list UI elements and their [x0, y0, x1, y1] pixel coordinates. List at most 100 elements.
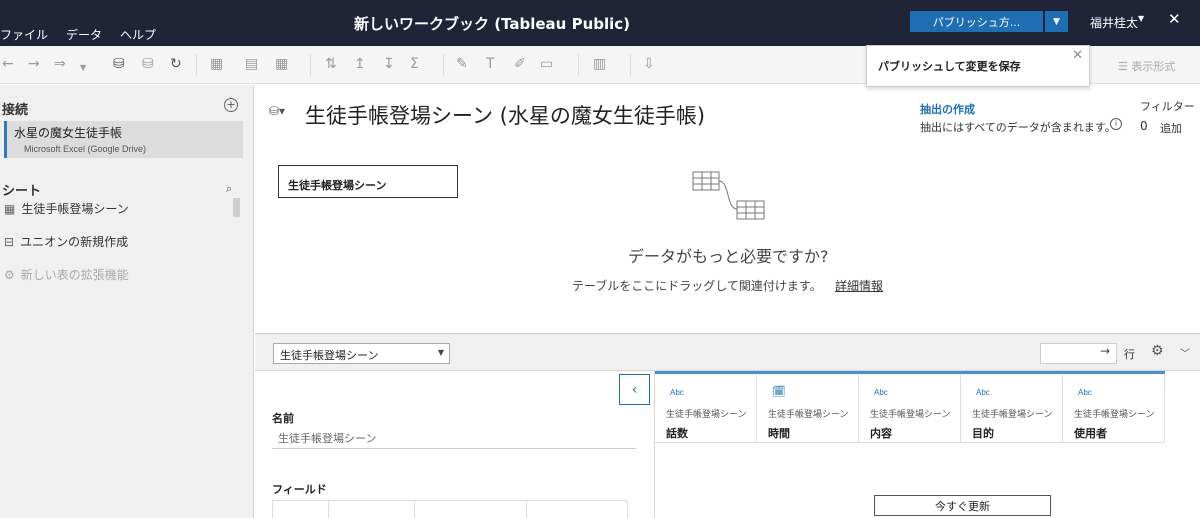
string-type-icon[interactable]: Abc [670, 388, 684, 397]
duplicate-icon[interactable]: ▤ [245, 56, 258, 72]
connections-heading: 接続 [2, 103, 29, 118]
fields-label: フィールド [272, 483, 327, 496]
string-type-icon[interactable]: Abc [874, 388, 888, 397]
toolbar-divider [310, 54, 311, 76]
column-name: 話数 [666, 427, 688, 440]
publish-tooltip: パブリッシュして変更を保存 ✕ [866, 45, 1090, 87]
clear-sheet-icon[interactable]: ▦ [275, 56, 288, 72]
table-chip[interactable]: 生徒手帳登場シーン [278, 165, 458, 198]
menu-file[interactable]: ファイル [0, 26, 48, 43]
name-label: 名前 [272, 412, 294, 425]
publish-dropdown-icon[interactable]: ▼ [1045, 11, 1068, 32]
sheet-item-label: 生徒手帳登場シーン [21, 202, 129, 216]
table-select[interactable]: 生徒手帳登場シーン ▼ [273, 343, 450, 364]
new-union-label: ユニオンの新規作成 [20, 235, 129, 249]
close-icon[interactable]: ✕ [1072, 48, 1083, 63]
dropdown-icon[interactable]: ▼ [80, 60, 86, 76]
redo-icon[interactable]: → [28, 56, 40, 72]
rows-label: 行 [1124, 348, 1135, 361]
text-label-icon[interactable]: T [486, 56, 495, 72]
close-icon[interactable]: ✕ [1168, 10, 1181, 28]
fields-column [273, 501, 329, 518]
user-menu[interactable]: 福井桂太▼ [1090, 14, 1144, 31]
connection-name: 水星の魔女生徒手帳 [14, 126, 123, 140]
union-icon: ⊟ [4, 234, 15, 249]
sort-asc-icon[interactable]: ↥ [354, 56, 366, 72]
connection-item[interactable]: 水星の魔女生徒手帳 Microsoft Excel (Google Drive) [4, 121, 243, 158]
fields-column [527, 501, 627, 518]
sort-desc-icon[interactable]: ↧ [383, 56, 395, 72]
menu-data[interactable]: データ [66, 26, 102, 43]
create-extract-link[interactable]: 抽出の作成 [920, 101, 975, 117]
left-panel: 接続 + 水星の魔女生徒手帳 Microsoft Excel (Google D… [0, 85, 254, 518]
name-input[interactable]: 生徒手帳登場シーン [278, 430, 376, 446]
display-format-button[interactable]: ☰ 表示形式 [1118, 58, 1175, 74]
column-source: 生徒手帳登場シーン [768, 410, 849, 420]
caret-down-icon: ▼ [437, 348, 444, 357]
pause-update-icon[interactable]: ⛁ [142, 56, 154, 72]
new-datasource-icon[interactable]: ⛁ [113, 56, 125, 72]
column-header[interactable]: Abc 生徒手帳登場シーン 目的 [961, 374, 1063, 443]
add-filter-link[interactable]: 追加 [1160, 120, 1182, 136]
join-tables-icon [692, 171, 765, 220]
extract-description: 抽出にはすべてのデータが含まれます。 [920, 121, 1116, 134]
add-connection-icon[interactable]: + [224, 98, 238, 112]
extension-icon: ⚙ [4, 267, 15, 282]
column-header[interactable]: Abc 生徒手帳登場シーン 内容 [859, 374, 961, 443]
publish-button[interactable]: パブリッシュ方... [910, 11, 1043, 32]
scrollbar[interactable] [233, 198, 240, 217]
user-name: 福井桂太 [1090, 16, 1139, 30]
need-more-data-text: データがもっと必要ですか? [628, 247, 829, 266]
menu-help[interactable]: ヘルプ [120, 26, 156, 43]
new-union-item[interactable]: ⊟ ユニオンの新規作成 [4, 233, 128, 250]
caret-down-icon: ▼ [1138, 14, 1145, 23]
table-select-value: 生徒手帳登場シーン [280, 349, 379, 362]
chevron-down-icon[interactable]: ﹀ [1180, 345, 1190, 360]
swap-rows-icon[interactable]: ⇅ [325, 56, 337, 72]
undo-icon[interactable]: ← [2, 56, 14, 72]
show-me-icon[interactable]: ▥ [593, 56, 606, 72]
column-source: 生徒手帳登場シーン [666, 410, 747, 420]
filter-label: フィルター [1140, 100, 1195, 113]
update-now-button[interactable]: 今すぐ更新 [874, 495, 1051, 516]
table-extension-label: 新しい表の拡張機能 [20, 268, 129, 282]
column-name: 目的 [972, 427, 994, 440]
drag-hint-text: テーブルをここにドラッグして関連付けます。 [572, 279, 822, 293]
menu-bar: ファイル データ ヘルプ [0, 26, 156, 43]
present-icon[interactable]: ⇩ [643, 56, 655, 72]
metadata-panel: ‹ 名前 生徒手帳登場シーン フィールド [255, 371, 655, 518]
publish-tooltip-text: パブリッシュして変更を保存 [878, 60, 1021, 73]
highlight-icon[interactable]: ✎ [456, 56, 468, 72]
string-type-icon[interactable]: Abc [976, 388, 990, 397]
arrow-right-icon[interactable]: → [1100, 344, 1110, 358]
search-icon[interactable]: ⌕ [226, 182, 232, 196]
fit-icon[interactable]: ▭ [540, 56, 553, 72]
info-icon[interactable]: i [1110, 118, 1122, 130]
display-format-icon: ☰ [1118, 60, 1128, 73]
gear-icon[interactable]: ⚙ [1151, 343, 1164, 359]
table-extension-item[interactable]: ⚙ 新しい表の拡張機能 [4, 266, 129, 283]
connection-type: Microsoft Excel (Google Drive) [24, 144, 147, 154]
column-header[interactable]: Abc 生徒手帳登場シーン 話数 [655, 374, 757, 443]
fields-column [329, 501, 415, 518]
swap-icon[interactable]: ⇒ [54, 56, 66, 72]
datasource-icon[interactable]: ⛁▾ [269, 104, 285, 118]
string-type-icon[interactable]: Abc [1078, 388, 1092, 397]
annotate-icon[interactable]: ✐ [514, 56, 526, 72]
fields-column [415, 501, 527, 518]
refresh-icon[interactable]: ↻ [170, 56, 182, 72]
column-header[interactable]: 🗓 生徒手帳登場シーン 時間 [757, 374, 859, 443]
sheet-item[interactable]: ▦ 生徒手帳登場シーン [4, 200, 129, 217]
learn-more-link[interactable]: 詳細情報 [835, 277, 883, 294]
column-source: 生徒手帳登場シーン [870, 410, 951, 420]
table-icon: ▦ [4, 201, 16, 216]
new-worksheet-icon[interactable]: ▦ [210, 56, 223, 72]
datasource-title[interactable]: 生徒手帳登場シーン (水星の魔女生徒手帳) [305, 100, 705, 130]
column-header[interactable]: Abc 生徒手帳登場シーン 使用者 [1063, 374, 1165, 443]
sum-icon[interactable]: Σ [410, 56, 419, 72]
sheets-heading: シート [2, 184, 42, 199]
collapse-button[interactable]: ‹ [619, 374, 650, 405]
datetime-type-icon[interactable]: 🗓 [772, 385, 786, 398]
data-grid: Abc 生徒手帳登場シーン 話数 🗓 生徒手帳登場シーン 時間 Abc 生徒手帳… [655, 371, 1200, 518]
grid-toolbar: 生徒手帳登場シーン ▼ → 行 ⚙ ﹀ [255, 333, 1200, 371]
